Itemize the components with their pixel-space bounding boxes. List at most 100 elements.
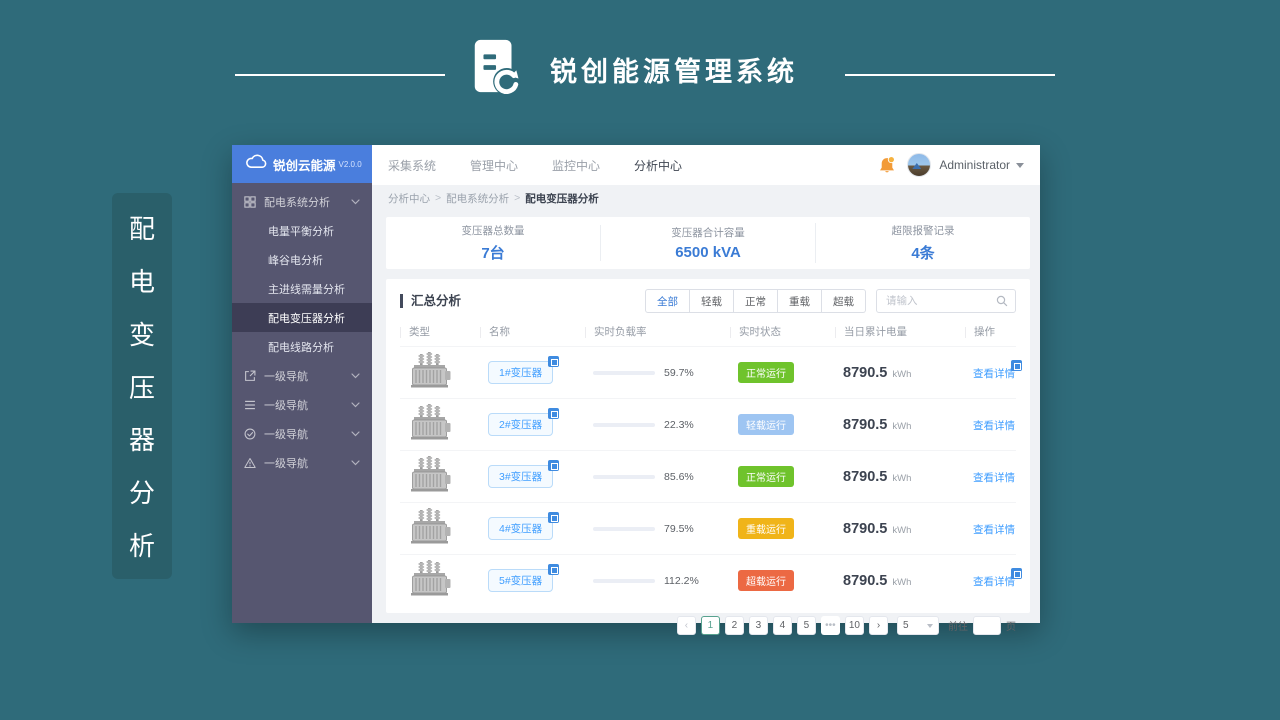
sidebar-item-label: 一级导航 <box>264 370 308 383</box>
search-icon[interactable] <box>996 295 1008 307</box>
user-avatar[interactable] <box>907 153 932 177</box>
page-button[interactable]: 1 <box>700 616 720 635</box>
check-icon <box>244 428 257 440</box>
page-button[interactable]: 2 <box>724 616 744 635</box>
transformer-name-chip[interactable]: 2#变压器 <box>488 408 560 436</box>
goto-page-unit: 页 <box>1006 622 1016 633</box>
sidebar-item[interactable]: 配电线路分析 <box>232 332 372 361</box>
bell-icon[interactable] <box>879 156 896 174</box>
next-page-button[interactable]: › <box>869 616 888 635</box>
filter-button[interactable]: 轻载 <box>690 289 734 313</box>
status-badge: 轻载运行 <box>738 414 794 435</box>
stat-item: 变压器总数量 7台 <box>386 223 600 263</box>
sidebar-item-label: 配电线路分析 <box>268 341 334 354</box>
action-cell: 查看详情 <box>965 520 1016 538</box>
sidebar-item[interactable]: 电量平衡分析 <box>232 216 372 245</box>
name-cell: 4#变压器 <box>480 512 585 540</box>
energy-value: 8790.5 <box>843 468 888 485</box>
status-cell: 轻载运行 <box>730 414 835 435</box>
chevron-down-icon <box>927 623 933 628</box>
breadcrumb-item[interactable]: 配电系统分析 <box>446 191 509 206</box>
pagination: ‹ 1 2 3 4 5 ••• 10 › 5 前往页 <box>400 606 1016 635</box>
transformer-image <box>400 506 480 551</box>
list-icon <box>244 399 257 411</box>
load-rate-cell: 112.2% <box>585 575 730 587</box>
view-details-link[interactable]: 查看详情 <box>973 567 1022 589</box>
table-row: 5#变压器 112.2% 超载运行 8790.5 kWh 查看详情 <box>400 554 1022 606</box>
sidebar-item-label: 峰谷电分析 <box>268 254 323 267</box>
chevron-down-icon[interactable] <box>1016 162 1024 168</box>
filter-button[interactable]: 重载 <box>778 289 822 313</box>
stat-item: 变压器合计容量 6500 kVA <box>600 225 815 261</box>
stat-label: 变压器合计容量 <box>671 227 745 239</box>
energy-cell: 8790.5 kWh <box>835 365 965 381</box>
filter-button[interactable]: 全部 <box>645 289 690 313</box>
transformer-name-chip[interactable]: 1#变压器 <box>488 356 560 384</box>
stat-value: 7台 <box>481 245 505 262</box>
prev-page-button[interactable]: ‹ <box>676 616 696 635</box>
app-logo[interactable]: 锐创云能源 V2.0.0 <box>232 145 372 183</box>
page-button[interactable]: 3 <box>748 616 768 635</box>
table-row: 4#变压器 79.5% 重载运行 8790.5 kWh 查看详情 <box>400 502 1016 554</box>
name-cell: 2#变压器 <box>480 408 585 436</box>
sidebar-menu: 配电系统分析 电量平衡分析峰谷电分析主进线需量分析 配电变压器分析配电线路分析一级导… <box>232 183 372 623</box>
sidebar-item[interactable]: 峰谷电分析 <box>232 245 372 274</box>
energy-unit: kWh <box>892 524 912 536</box>
transformer-name-chip[interactable]: 3#变压器 <box>488 460 560 488</box>
sidebar-item[interactable]: 一级导航 <box>232 361 372 390</box>
energy-cell: 8790.5 kWh <box>835 573 965 589</box>
nav-item[interactable]: 分析中心 <box>634 157 682 174</box>
energy-value: 8790.5 <box>843 364 888 381</box>
cloud-icon <box>245 154 267 174</box>
transformer-name-chip[interactable]: 4#变压器 <box>488 512 560 540</box>
view-details-link[interactable]: 查看详情 <box>973 359 1022 381</box>
load-progress-bar <box>593 370 655 375</box>
breadcrumb-item[interactable]: 分析中心 <box>388 191 430 206</box>
link-badge-icon <box>548 356 560 367</box>
breadcrumb-separator: > <box>514 192 521 204</box>
energy-unit: kWh <box>892 368 912 380</box>
sidebar-item-active[interactable]: 配电变压器分析 <box>232 303 372 332</box>
transformer-name-chip[interactable]: 5#变压器 <box>488 564 560 592</box>
action-cell: 查看详情 <box>965 468 1016 486</box>
top-navbar: 采集系统 管理中心 监控中心 分析中心 Administrator <box>372 145 1040 185</box>
name-cell: 1#变压器 <box>480 356 585 384</box>
energy-cell: 8790.5 kWh <box>835 469 965 485</box>
page-button[interactable]: 5 <box>796 616 816 635</box>
load-percent: 22.3% <box>664 418 694 431</box>
chevron-down-icon <box>351 430 360 437</box>
side-tag-char: 变 <box>128 319 155 350</box>
filter-button[interactable]: 超载 <box>822 289 866 313</box>
view-details-link[interactable]: 查看详情 <box>973 418 1015 433</box>
side-tag-char: 析 <box>128 531 155 562</box>
chevron-down-icon <box>351 401 360 408</box>
sidebar-item[interactable]: 一级导航 <box>232 390 372 419</box>
page-size-select[interactable]: 5 <box>897 616 939 635</box>
breadcrumb-item: 配电变压器分析 <box>525 192 599 205</box>
transformer-image <box>400 558 480 603</box>
goto-page-input[interactable] <box>973 616 1001 635</box>
energy-value: 8790.5 <box>843 572 888 589</box>
nav-item[interactable]: 管理中心 <box>470 157 518 174</box>
nav-item[interactable]: 采集系统 <box>388 157 436 174</box>
sidebar-item[interactable]: 主进线需量分析 <box>232 274 372 303</box>
sidebar-item[interactable]: 一级导航 <box>232 448 372 477</box>
load-progress-bar <box>593 422 655 427</box>
load-filter-group: 全部 轻载 正常 重载 超载 <box>645 289 866 313</box>
external-icon <box>244 370 257 382</box>
search-input[interactable] <box>884 294 996 308</box>
page-button[interactable]: 4 <box>772 616 792 635</box>
sidebar-item[interactable]: 一级导航 <box>232 419 372 448</box>
view-details-link[interactable]: 查看详情 <box>973 470 1015 485</box>
nav-item[interactable]: 监控中心 <box>552 157 600 174</box>
page-button[interactable]: 10 <box>844 616 864 635</box>
view-details-link[interactable]: 查看详情 <box>973 522 1015 537</box>
filter-button[interactable]: 正常 <box>734 289 778 313</box>
status-badge: 正常运行 <box>738 362 794 383</box>
stat-label: 超限报警记录 <box>891 225 955 237</box>
link-badge-icon <box>548 564 560 575</box>
status-cell: 正常运行 <box>730 362 835 383</box>
sidebar-item[interactable]: 配电系统分析 <box>232 187 372 216</box>
stat-label: 变压器总数量 <box>461 225 525 237</box>
energy-cell: 8790.5 kWh <box>835 417 965 433</box>
